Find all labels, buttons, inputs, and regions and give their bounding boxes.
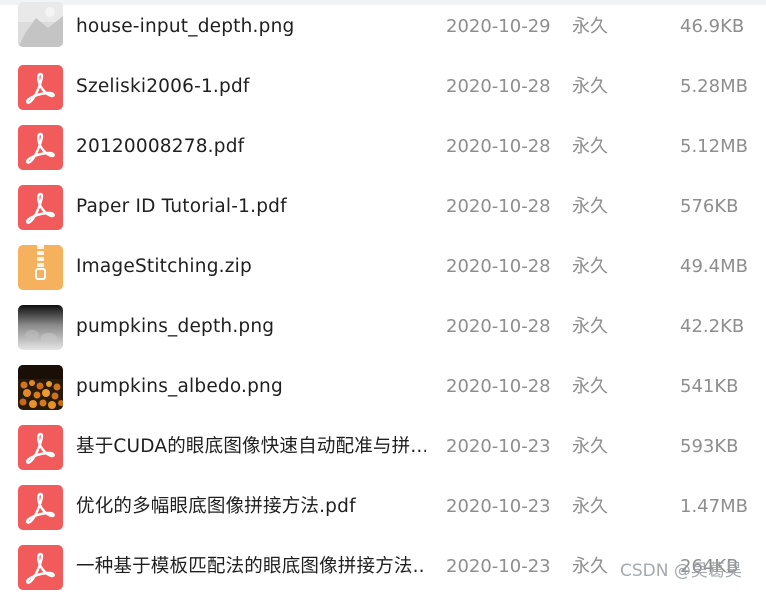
file-row[interactable]: ImageStitching.zip 2020-10-28 永久 49.4MB: [0, 237, 766, 297]
file-row[interactable]: Paper ID Tutorial-1.pdf 2020-10-28 永久 57…: [0, 177, 766, 237]
file-list: house-input_depth.png 2020-10-29 永久 46.9…: [0, 0, 766, 590]
file-row[interactable]: house-input_depth.png 2020-10-29 永久 46.9…: [0, 0, 766, 57]
file-row[interactable]: pumpkins_depth.png 2020-10-28 永久 42.2KB: [0, 297, 766, 357]
file-expiry: 永久: [572, 496, 608, 517]
file-size: 593KB: [680, 436, 739, 457]
file-size: 1.47MB: [680, 496, 748, 517]
file-date: 2020-10-28: [446, 196, 551, 217]
file-expiry: 永久: [572, 16, 608, 37]
file-expiry: 永久: [572, 556, 608, 577]
file-date: 2020-10-23: [446, 556, 551, 577]
file-name[interactable]: pumpkins_albedo.png: [76, 357, 426, 417]
file-expiry: 永久: [572, 136, 608, 157]
file-size: 5.28MB: [680, 76, 748, 97]
file-row[interactable]: 优化的多幅眼底图像拼接方法.pdf 2020-10-23 永久 1.47MB: [0, 477, 766, 537]
file-expiry: 永久: [572, 256, 608, 277]
pdf-icon: [18, 185, 63, 230]
file-row[interactable]: 20120008278.pdf 2020-10-28 永久 5.12MB: [0, 117, 766, 177]
pdf-icon: [18, 545, 63, 590]
file-name[interactable]: Szeliski2006-1.pdf: [76, 57, 426, 117]
file-expiry: 永久: [572, 316, 608, 337]
file-size: 42.2KB: [680, 316, 745, 337]
file-date: 2020-10-23: [446, 436, 551, 457]
file-date: 2020-10-29: [446, 16, 551, 37]
file-size: 5.12MB: [680, 136, 748, 157]
pdf-icon: [18, 65, 63, 110]
csdn-watermark: CSDN @吴葛昊: [620, 561, 742, 581]
file-name[interactable]: 优化的多幅眼底图像拼接方法.pdf: [76, 477, 426, 537]
file-name[interactable]: house-input_depth.png: [76, 0, 426, 57]
pdf-icon: [18, 425, 63, 470]
file-expiry: 永久: [572, 76, 608, 97]
file-size: 576KB: [680, 196, 739, 217]
file-date: 2020-10-28: [446, 316, 551, 337]
file-size: 46.9KB: [680, 16, 745, 37]
file-date: 2020-10-28: [446, 76, 551, 97]
image-thumbnail-icon: [18, 365, 63, 410]
file-row[interactable]: 基于CUDA的眼底图像快速自动配准与拼... 2020-10-23 永久 593…: [0, 417, 766, 477]
file-name[interactable]: pumpkins_depth.png: [76, 297, 426, 357]
file-name[interactable]: 一种基于模板匹配法的眼底图像拼接方法...: [76, 537, 426, 597]
pdf-icon: [18, 485, 63, 530]
file-name[interactable]: Paper ID Tutorial-1.pdf: [76, 177, 426, 237]
zip-icon: [18, 245, 63, 290]
file-size: 49.4MB: [680, 256, 748, 277]
file-date: 2020-10-23: [446, 496, 551, 517]
file-expiry: 永久: [572, 196, 608, 217]
file-date: 2020-10-28: [446, 136, 551, 157]
file-date: 2020-10-28: [446, 376, 551, 397]
file-size: 541KB: [680, 376, 739, 397]
pdf-icon: [18, 125, 63, 170]
file-name[interactable]: ImageStitching.zip: [76, 237, 426, 297]
file-expiry: 永久: [572, 436, 608, 457]
image-thumbnail-icon: [18, 2, 63, 47]
image-thumbnail-icon: [18, 305, 63, 350]
file-row[interactable]: pumpkins_albedo.png 2020-10-28 永久 541KB: [0, 357, 766, 417]
file-date: 2020-10-28: [446, 256, 551, 277]
file-name[interactable]: 基于CUDA的眼底图像快速自动配准与拼...: [76, 417, 426, 477]
file-row[interactable]: Szeliski2006-1.pdf 2020-10-28 永久 5.28MB: [0, 57, 766, 117]
file-expiry: 永久: [572, 376, 608, 397]
file-name[interactable]: 20120008278.pdf: [76, 117, 426, 177]
